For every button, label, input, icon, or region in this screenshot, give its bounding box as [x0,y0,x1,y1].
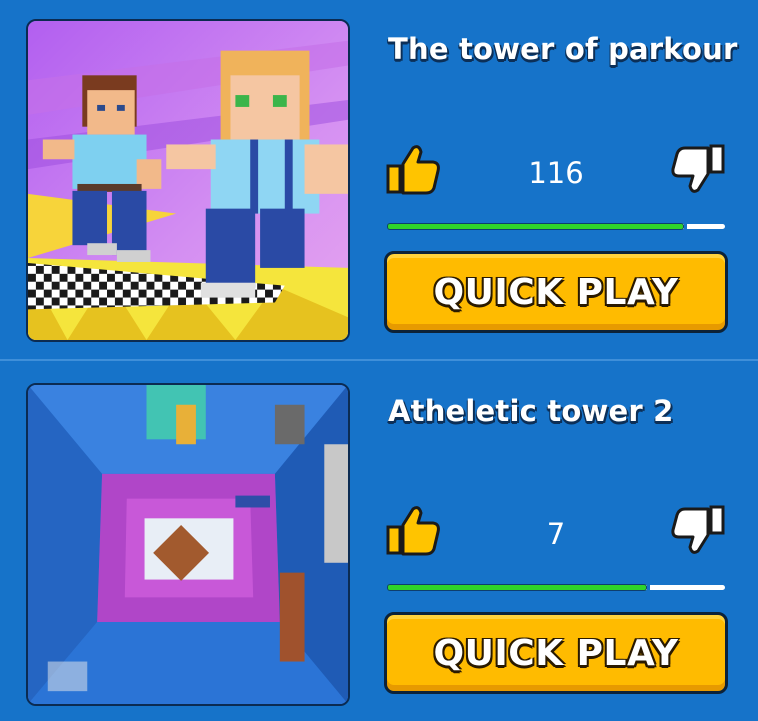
quick-play-label: QUICK PLAY [433,271,679,313]
tower-interior-image [28,385,348,704]
rating-fill [387,223,685,230]
game-card: The tower of parkour 116 QUICK PLAY [0,0,758,360]
rating-bar [387,584,725,591]
game-title: Atheletic tower 2 [388,394,674,428]
rating-divider [647,584,651,591]
like-count: 7 [546,517,566,551]
rating-fill [387,584,648,591]
thumbs-down-icon[interactable] [668,501,726,559]
game-title: The tower of parkour [388,32,738,66]
parkour-characters-image [28,21,348,340]
thumbs-up-icon[interactable] [385,501,443,559]
quick-play-button[interactable]: QUICK PLAY [384,251,728,333]
game-thumbnail[interactable] [26,19,350,342]
game-thumbnail[interactable] [26,383,350,706]
thumbs-up-icon[interactable] [385,140,443,198]
thumbs-down-icon[interactable] [668,140,726,198]
rating-divider [684,223,688,230]
rating-bar [387,223,725,230]
quick-play-label: QUICK PLAY [433,632,679,674]
game-card: Atheletic tower 2 7 QUICK PLAY [0,361,758,721]
like-count: 116 [528,156,584,190]
quick-play-button[interactable]: QUICK PLAY [384,612,728,694]
